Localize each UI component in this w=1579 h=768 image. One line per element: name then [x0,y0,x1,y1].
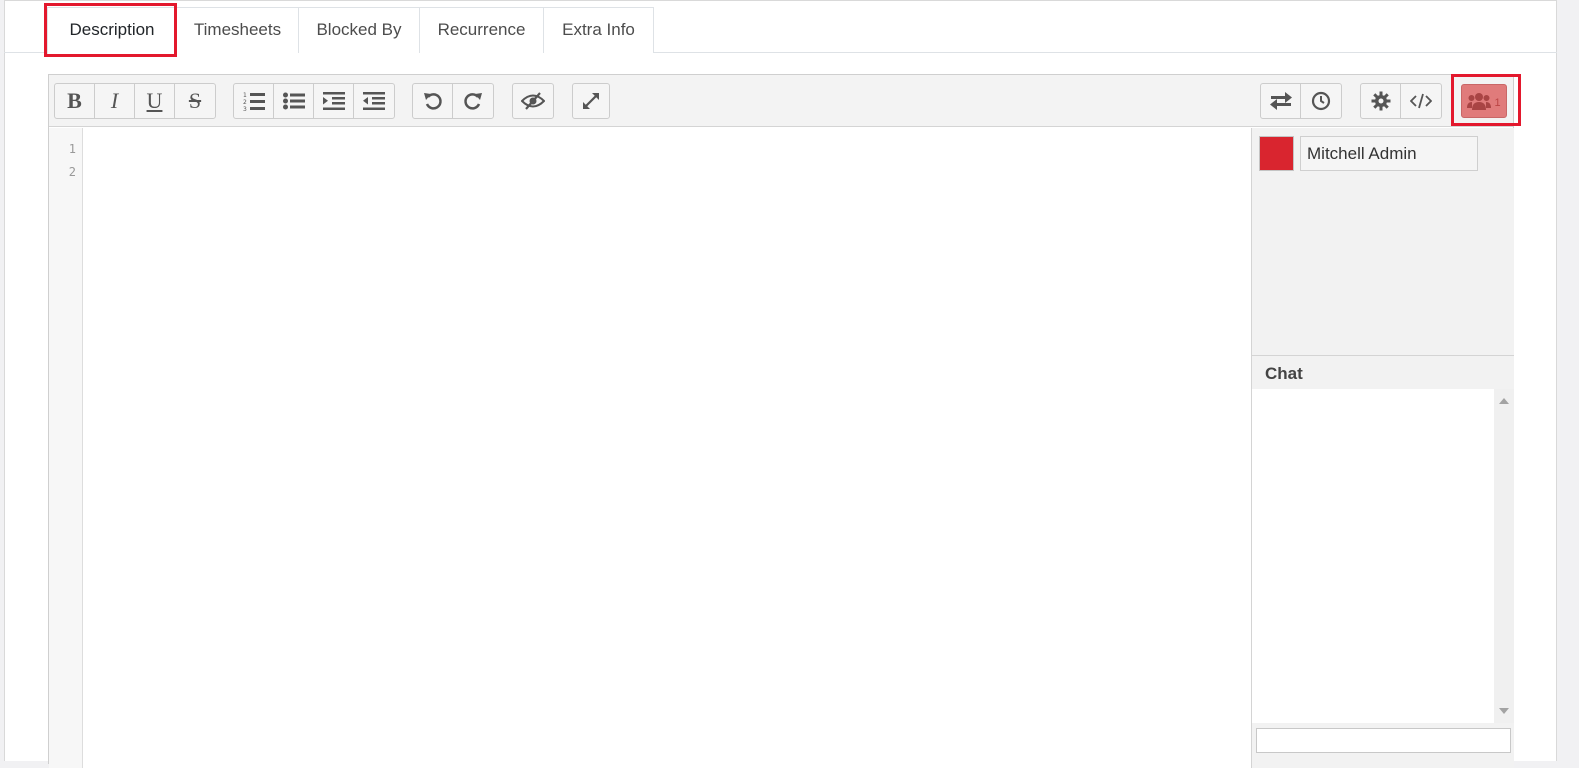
collaborators-count: 1 [1494,97,1501,109]
code-view-button[interactable] [1401,84,1441,118]
undo-button[interactable] [413,84,453,118]
outdent-button[interactable] [354,84,394,118]
underline-button[interactable]: U [135,84,175,118]
collaborators-button[interactable]: 1 [1461,84,1507,118]
chat-input[interactable] [1256,728,1511,753]
svg-text:1: 1 [243,92,247,99]
line-number: 2 [68,165,76,179]
user-row: Mitchell Admin [1259,136,1478,171]
tab-blocked-by[interactable]: Blocked By [299,7,420,53]
editor-content-area[interactable] [83,128,1251,768]
tab-description[interactable]: Description [47,7,177,54]
outdent-icon [363,92,385,110]
format-group: B I U S [54,83,216,119]
list-group: 123 [233,83,395,119]
unordered-list-button[interactable] [274,84,314,118]
redo-icon [464,93,482,110]
tab-extra-info[interactable]: Extra Info [544,7,654,53]
preview-button[interactable] [513,84,553,118]
line-number: 1 [68,142,76,156]
settings-button[interactable] [1361,84,1401,118]
chat-scrollbar[interactable] [1494,389,1514,723]
user-name-field[interactable]: Mitchell Admin [1300,136,1478,171]
swap-button[interactable] [1261,84,1301,118]
scroll-down-arrow-icon[interactable] [1499,708,1509,714]
chat-messages-area [1252,389,1514,723]
settings-group [1360,83,1442,119]
indent-button[interactable] [314,84,354,118]
tab-recurrence[interactable]: Recurrence [420,7,544,53]
collaborative-editor: B I U S 123 1 1 2 Mitchell Admin Chat [48,74,1514,768]
unordered-list-icon [282,92,305,110]
gear-icon [1371,91,1390,111]
svg-text:2: 2 [243,99,247,106]
svg-text:3: 3 [243,106,247,111]
strikethrough-icon: S [188,88,202,113]
history-group [412,83,494,119]
code-icon [1410,93,1432,109]
editor-toolbar: B I U S 123 1 [49,75,1513,127]
bold-button[interactable]: B [55,84,95,118]
history-button[interactable] [1301,84,1341,118]
user-color-swatch[interactable] [1259,136,1294,171]
notebook-tabs: Description Timesheets Blocked By Recurr… [4,7,1557,54]
undo-icon [423,93,442,110]
italic-button[interactable]: I [95,84,135,118]
ordered-list-button[interactable]: 123 [234,84,274,118]
collaboration-side-panel: Mitchell Admin Chat [1251,128,1514,768]
users-icon [1467,93,1492,110]
scroll-up-arrow-icon[interactable] [1499,398,1509,404]
preview-group [512,83,554,119]
line-number-gutter: 1 2 [49,128,83,768]
tab-timesheets[interactable]: Timesheets [177,7,299,53]
chat-title: Chat [1265,364,1303,383]
eye-slash-icon [521,92,545,110]
side-divider [1252,355,1514,356]
fullscreen-button[interactable] [573,84,609,118]
indent-icon [322,92,345,110]
sync-group [1260,83,1342,119]
fullscreen-group [572,83,610,119]
italic-icon: I [110,88,119,113]
underline-icon: U [146,88,163,113]
ordered-list-icon: 123 [243,92,265,111]
clock-icon [1311,91,1331,111]
redo-button[interactable] [453,84,493,118]
strikethrough-button[interactable]: S [175,84,215,118]
swap-icon [1269,92,1292,110]
bold-icon: B [67,88,82,113]
expand-icon [583,93,599,109]
